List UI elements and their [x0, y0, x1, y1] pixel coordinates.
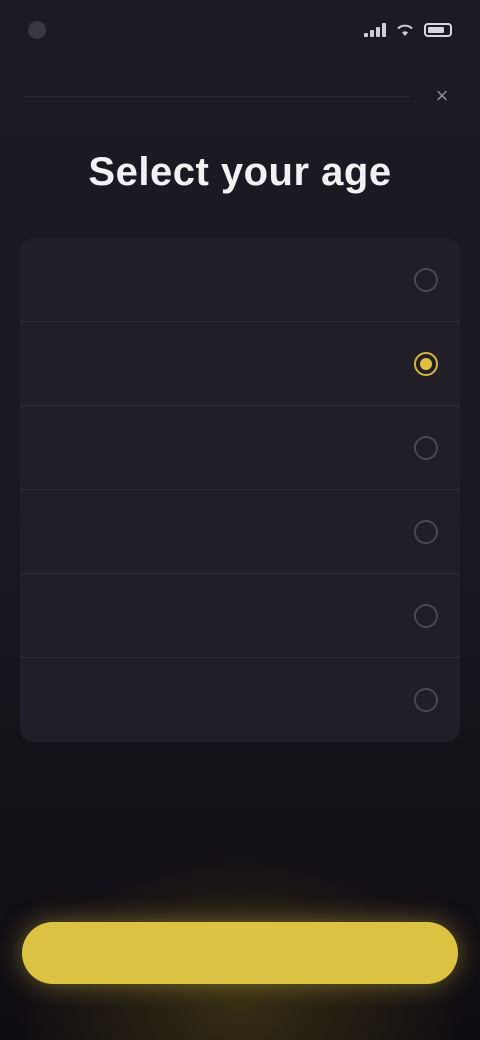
- app-screen: × Select your age: [0, 0, 480, 1040]
- age-option-6[interactable]: [20, 658, 460, 742]
- age-option-3[interactable]: [20, 406, 460, 490]
- age-options-list: [20, 238, 460, 742]
- status-left: [28, 21, 54, 39]
- close-icon: ×: [435, 83, 449, 108]
- radio-icon[interactable]: [414, 603, 438, 628]
- top-row: ×: [24, 78, 456, 114]
- signal-icon: [364, 23, 386, 37]
- page-title: Select your age: [88, 150, 392, 194]
- age-option-4[interactable]: [20, 490, 460, 574]
- continue-button[interactable]: [22, 922, 458, 984]
- age-option-1[interactable]: [20, 238, 460, 322]
- status-right: [364, 23, 452, 37]
- radio-icon[interactable]: [414, 435, 438, 460]
- battery-icon: [424, 23, 452, 37]
- age-option-2[interactable]: [20, 322, 460, 406]
- wifi-icon: [397, 24, 413, 36]
- radio-icon[interactable]: [414, 519, 438, 544]
- radio-selected-icon[interactable]: [414, 351, 438, 376]
- close-button[interactable]: ×: [428, 82, 456, 110]
- radio-icon[interactable]: [414, 688, 438, 712]
- status-bar: [0, 0, 480, 60]
- age-option-5[interactable]: [20, 574, 460, 658]
- progress-divider: [24, 95, 410, 97]
- radio-icon[interactable]: [414, 267, 438, 292]
- app-indicator-icon: [28, 21, 46, 39]
